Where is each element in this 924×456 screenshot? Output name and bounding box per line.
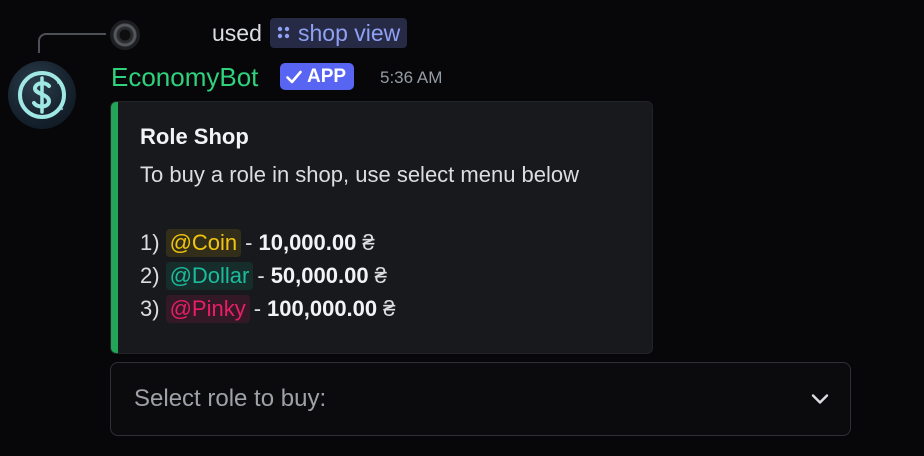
role-mention-coin[interactable]: @Coin	[165, 228, 242, 257]
bot-avatar[interactable]	[8, 61, 76, 129]
dollar-coin-icon	[18, 71, 66, 119]
used-label: used	[212, 20, 262, 46]
item-index: 1)	[140, 229, 160, 255]
role-select-menu[interactable]: Select role to buy:	[110, 362, 851, 436]
select-placeholder: Select role to buy:	[134, 385, 327, 412]
item-price: 10,000.00	[258, 229, 357, 255]
item-separator: -	[245, 229, 253, 255]
checkmark-icon	[286, 70, 302, 83]
discord-message: used shop view EconomyBot APP 5:36 AM Ro…	[0, 0, 924, 456]
command-name: shop view	[298, 20, 401, 46]
item-price: 100,000.00	[267, 295, 378, 321]
role-list: 1) @Coin - 10,000.00 ₴ 2) @Dollar - 50,0…	[140, 226, 395, 325]
embed: Role Shop To buy a role in shop, use sel…	[110, 101, 653, 354]
timestamp[interactable]: 5:36 AM	[380, 66, 442, 90]
item-separator: -	[257, 262, 265, 288]
reply-user-avatar[interactable]	[110, 20, 140, 50]
item-index: 3)	[140, 295, 160, 321]
item-price: 50,000.00	[270, 262, 369, 288]
slash-command-link[interactable]: shop view	[270, 18, 408, 48]
role-mention-dollar[interactable]: @Dollar	[165, 261, 254, 290]
app-badge-label: APP	[307, 65, 347, 87]
currency-symbol: ₴	[374, 262, 387, 288]
currency-symbol: ₴	[362, 229, 375, 255]
chevron-down-icon	[811, 394, 829, 404]
embed-title: Role Shop	[140, 124, 249, 149]
author-name[interactable]: EconomyBot	[111, 60, 258, 94]
item-index: 2)	[140, 262, 160, 288]
embed-description: To buy a role in shop, use select menu b…	[140, 162, 580, 187]
reply-connector	[38, 33, 106, 53]
item-separator: -	[253, 295, 262, 321]
embed-accent-bar	[111, 102, 118, 353]
role-mention-pinky[interactable]: @Pinky	[165, 294, 250, 323]
currency-symbol: ₴	[383, 295, 396, 321]
list-item: 1) @Coin - 10,000.00 ₴	[140, 226, 395, 259]
list-item: 2) @Dollar - 50,000.00 ₴	[140, 259, 395, 292]
app-badge: APP	[280, 63, 355, 90]
slash-command-icon	[277, 26, 290, 39]
list-item: 3) @Pinky - 100,000.00 ₴	[140, 292, 395, 325]
